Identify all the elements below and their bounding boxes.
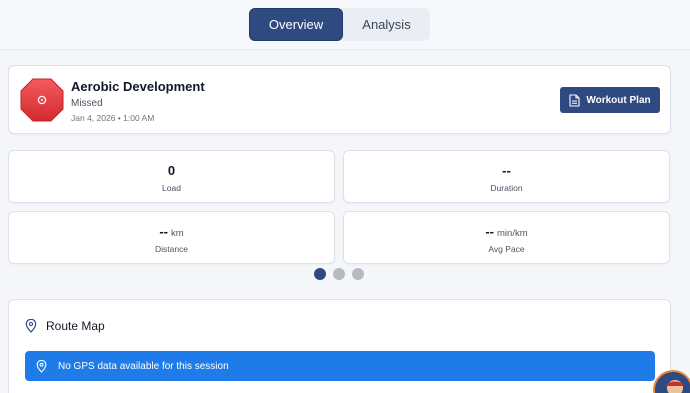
pace-unit: min/km xyxy=(497,228,528,239)
session-title: Aerobic Development xyxy=(71,79,205,94)
route-map-title: Route Map xyxy=(46,319,105,333)
map-pin-icon xyxy=(25,319,37,333)
session-status: Missed xyxy=(71,98,103,109)
workout-plan-label: Workout Plan xyxy=(586,94,651,106)
session-date: Jan 4, 2026 • 1:00 AM xyxy=(71,113,155,123)
pace-label: Avg Pace xyxy=(488,244,525,254)
document-icon xyxy=(569,93,580,107)
tab-overview[interactable]: Overview xyxy=(249,8,343,41)
distance-unit: km xyxy=(171,228,184,239)
load-label: Load xyxy=(162,183,181,193)
no-gps-alert: No GPS data available for this session xyxy=(25,351,655,381)
octagon-stop-icon xyxy=(20,78,64,122)
avatar-icon xyxy=(655,372,690,393)
stat-card-distance: -- km Distance xyxy=(8,211,335,264)
view-tabs: Overview Analysis xyxy=(249,8,430,41)
distance-value: -- km xyxy=(159,224,184,239)
stat-card-load: 0 Load xyxy=(8,150,335,203)
carousel-pagination xyxy=(314,268,364,280)
stat-card-pace: -- min/km Avg Pace xyxy=(343,211,670,264)
session-header-card: Aerobic Development Missed Jan 4, 2026 •… xyxy=(8,65,671,134)
stat-card-duration: -- Duration xyxy=(343,150,670,203)
tab-bar: Overview Analysis xyxy=(0,0,690,50)
route-map-header: Route Map xyxy=(25,319,105,333)
route-map-card: Route Map No GPS data available for this… xyxy=(8,299,671,393)
duration-label: Duration xyxy=(490,183,523,193)
carousel-dot-1[interactable] xyxy=(314,268,326,280)
duration-value: -- xyxy=(502,163,511,178)
distance-label: Distance xyxy=(154,244,189,254)
pace-value: -- min/km xyxy=(485,224,528,239)
tab-analysis[interactable]: Analysis xyxy=(343,8,430,41)
map-pin-icon xyxy=(36,359,47,373)
carousel-dot-2[interactable] xyxy=(333,268,345,280)
workout-plan-button[interactable]: Workout Plan xyxy=(560,87,660,113)
carousel-dot-3[interactable] xyxy=(352,268,364,280)
load-value: 0 xyxy=(167,163,176,178)
no-gps-message: No GPS data available for this session xyxy=(58,360,229,372)
